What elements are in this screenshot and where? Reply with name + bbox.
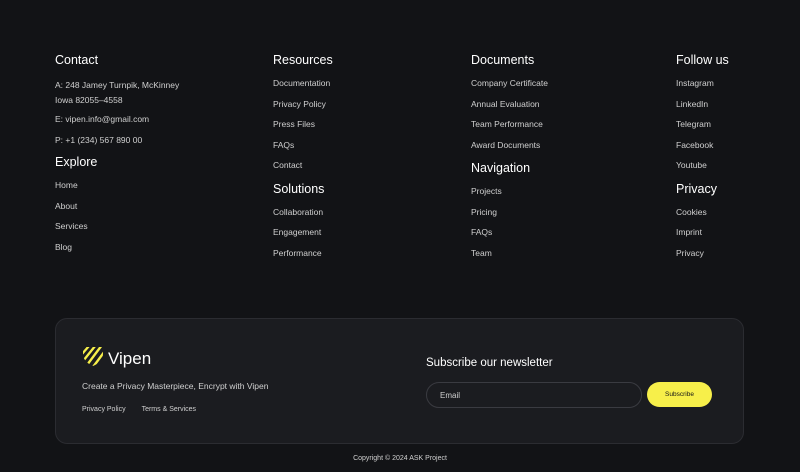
solutions-link-performance[interactable]: Performance [273,248,333,259]
explore-link-home[interactable]: Home [55,180,179,191]
contact-address: A: 248 Jamey Turnpik, McKinney Iowa 8205… [55,78,179,108]
newsletter-card: Vipen Create a Privacy Masterpiece, Encr… [55,318,744,444]
contact-address-line2: Iowa 82055–4558 [55,95,123,105]
navigation-link-faqs[interactable]: FAQs [471,227,548,238]
follow-link-instagram[interactable]: Instagram [676,78,729,89]
email-input[interactable] [426,382,642,408]
documents-link-award-documents[interactable]: Award Documents [471,140,548,151]
footer-column-resources: Resources Documentation Privacy Policy P… [273,52,333,268]
privacy-link-privacy[interactable]: Privacy [676,248,729,259]
footer-column-contact: Contact A: 248 Jamey Turnpik, McKinney I… [55,52,179,262]
contact-phone: P: +1 (234) 567 890 00 [55,135,143,145]
explore-heading: Explore [55,155,98,169]
legal-links: Privacy Policy Terms & Services [82,406,196,413]
resources-link-documentation[interactable]: Documentation [273,78,333,89]
explore-link-services[interactable]: Services [55,221,179,232]
navigation-link-team[interactable]: Team [471,248,548,259]
contact-address-line1: A: 248 Jamey Turnpik, McKinney [55,80,180,90]
privacy-link-imprint[interactable]: Imprint [676,227,729,238]
solutions-link-engagement[interactable]: Engagement [273,227,333,238]
navigation-link-projects[interactable]: Projects [471,186,548,197]
documents-link-annual-evaluation[interactable]: Annual Evaluation [471,99,548,110]
navigation-heading: Navigation [471,161,531,175]
solutions-heading: Solutions [273,181,325,196]
resources-link-press-files[interactable]: Press Files [273,119,333,130]
subscribe-button[interactable]: Subscribe [647,382,712,407]
navigation-link-pricing[interactable]: Pricing [471,207,548,218]
explore-link-blog[interactable]: Blog [55,242,179,253]
striped-shield-icon [82,345,104,372]
follow-link-youtube[interactable]: Youtube [676,160,729,171]
footer-column-follow: Follow us Instagram LinkedIn Telegram Fa… [676,52,729,268]
documents-heading: Documents [471,53,535,67]
brand-name: Vipen [108,348,152,368]
solutions-link-collaboration[interactable]: Collaboration [273,207,333,218]
resources-link-contact[interactable]: Contact [273,160,333,171]
brand-logo[interactable]: Vipen [82,345,151,372]
contact-heading: Contact [55,53,99,67]
footer-column-documents: Documents Company Certificate Annual Eva… [471,52,548,268]
privacy-policy-link[interactable]: Privacy Policy [82,406,126,413]
terms-services-link[interactable]: Terms & Services [142,406,196,413]
follow-link-linkedin[interactable]: LinkedIn [676,99,729,110]
privacy-heading: Privacy [676,181,717,196]
privacy-link-cookies[interactable]: Cookies [676,207,729,218]
follow-heading: Follow us [676,53,729,67]
documents-link-company-certificate[interactable]: Company Certificate [471,78,548,89]
resources-link-faqs[interactable]: FAQs [273,140,333,151]
documents-link-team-performance[interactable]: Team Performance [471,119,548,130]
copyright-text: Copyright © 2024 ASK Project [353,455,447,462]
follow-link-facebook[interactable]: Facebook [676,140,729,151]
contact-email: E: vipen.info@gmail.com [55,114,150,124]
brand-tagline: Create a Privacy Masterpiece, Encrypt wi… [82,381,269,391]
resources-heading: Resources [273,53,333,67]
newsletter-title: Subscribe our newsletter [426,357,553,369]
resources-link-privacy-policy[interactable]: Privacy Policy [273,99,333,110]
explore-link-about[interactable]: About [55,201,179,212]
follow-link-telegram[interactable]: Telegram [676,119,729,130]
